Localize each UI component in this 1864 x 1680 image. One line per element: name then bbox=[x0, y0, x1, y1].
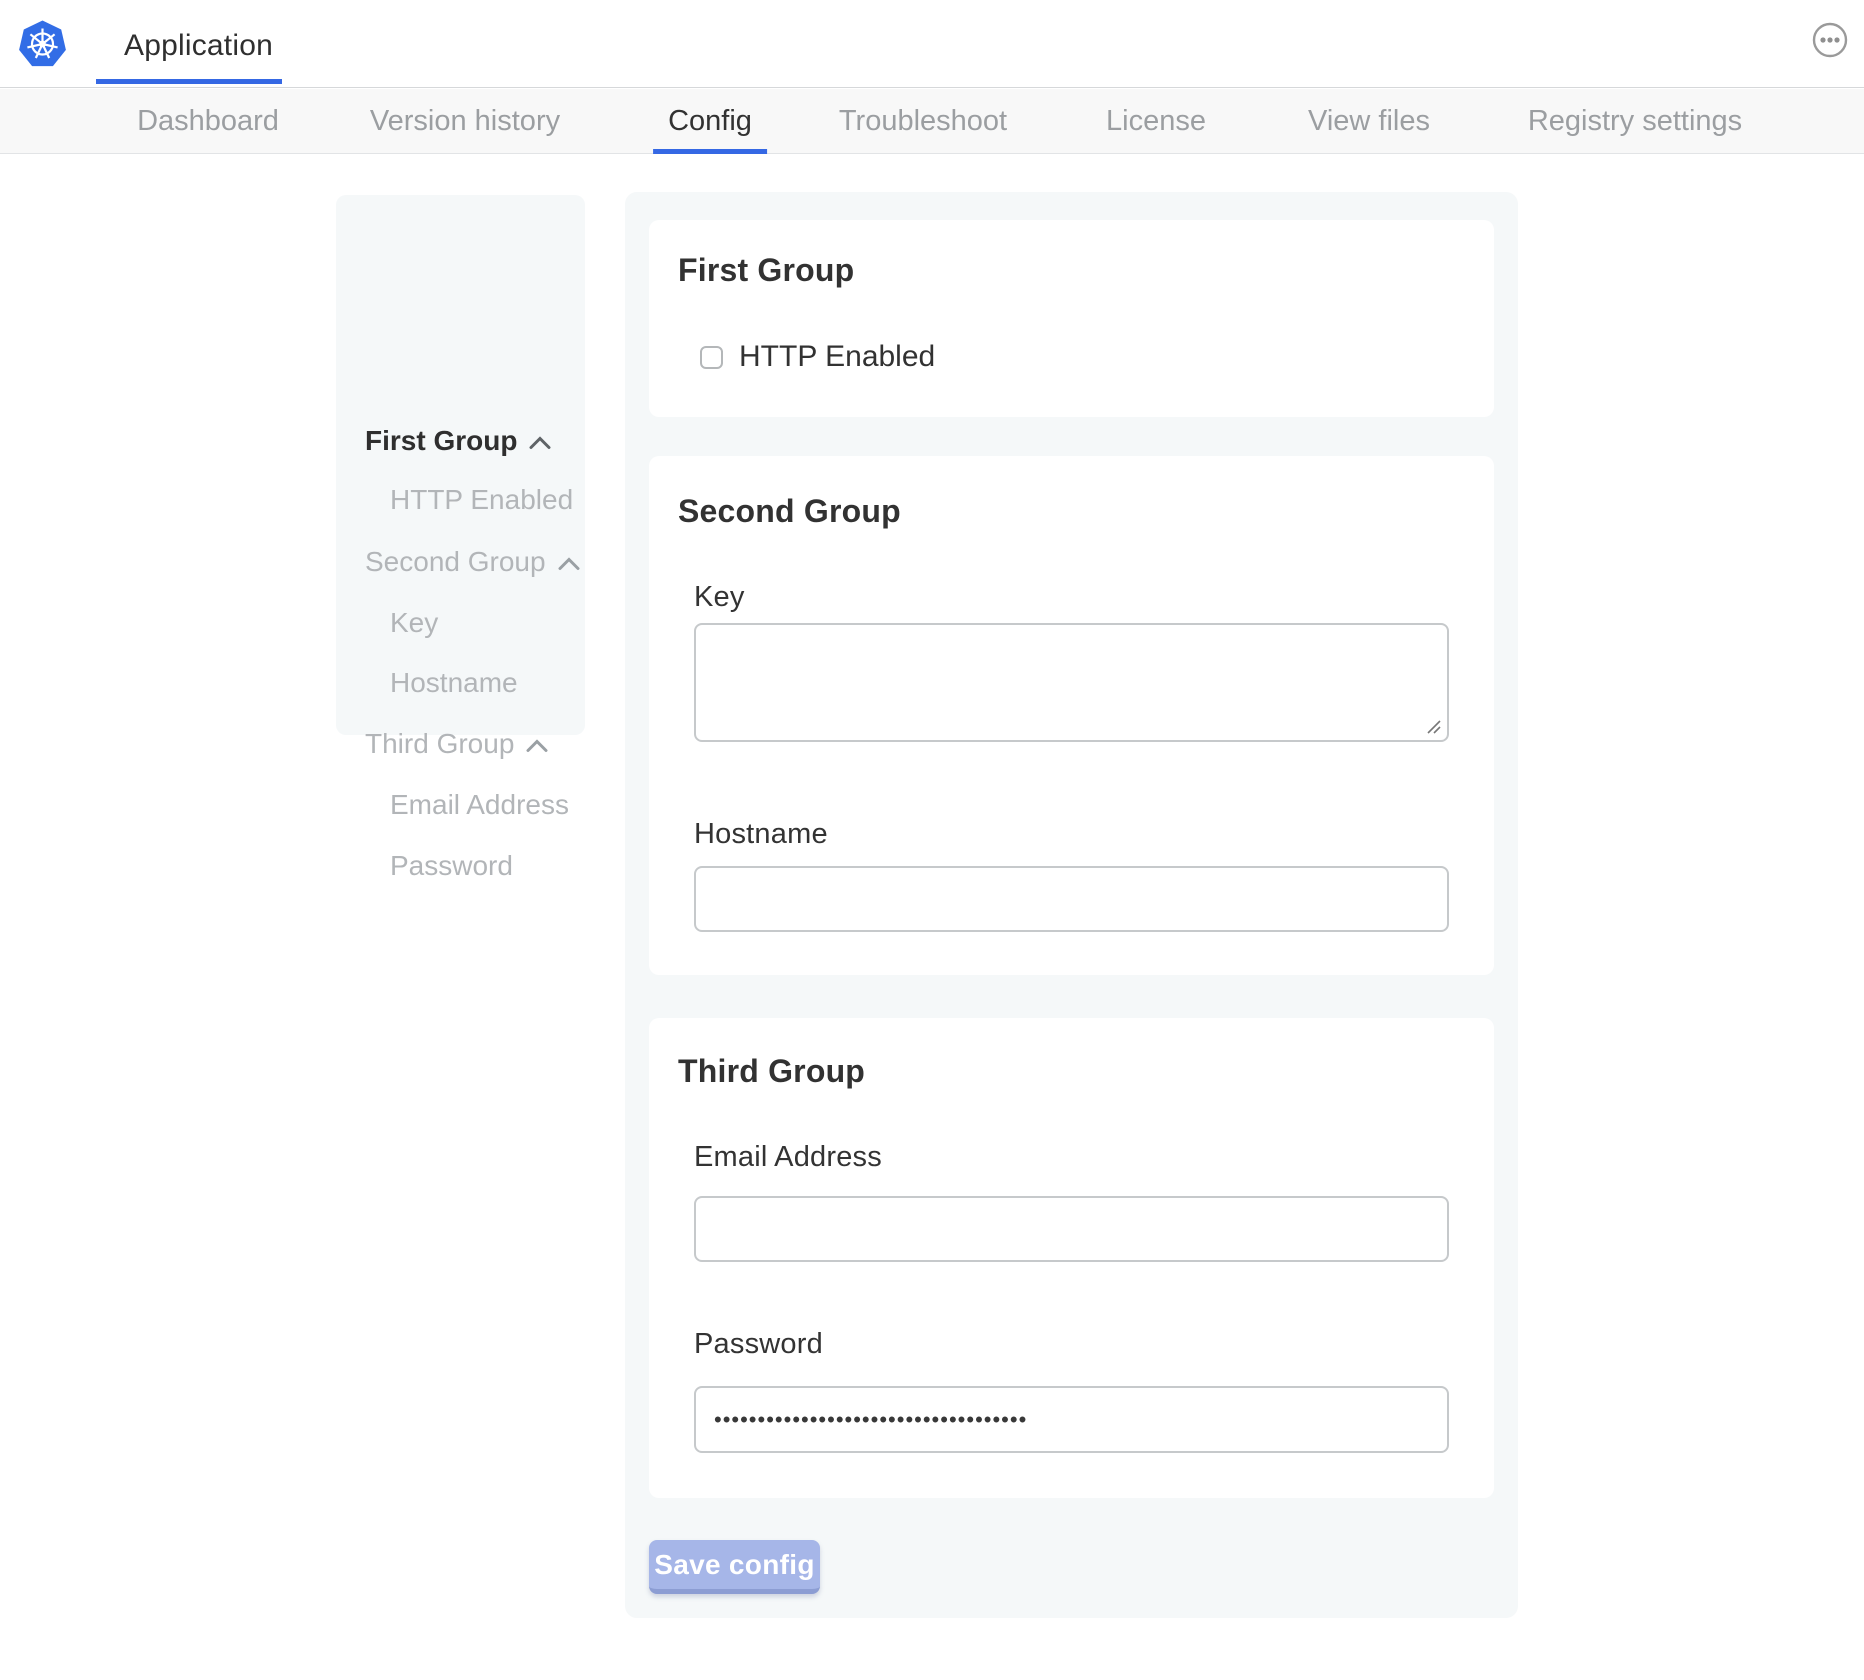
config-group-card-second: Second Group Key Hostname bbox=[649, 456, 1494, 975]
hostname-input[interactable] bbox=[694, 866, 1449, 932]
sidebar-item-first-group[interactable]: First Group bbox=[365, 426, 551, 456]
active-tab-underline bbox=[653, 149, 767, 154]
password-masked-value: •••••••••••••••••••••••••••••••••••• bbox=[714, 1409, 1027, 1431]
tab-license[interactable]: License bbox=[1106, 89, 1206, 154]
config-form-panel: First Group HTTP Enabled Second Group Ke… bbox=[625, 192, 1518, 1618]
sidebar-item-third-group[interactable]: Third Group bbox=[365, 729, 548, 759]
overflow-menu-button[interactable] bbox=[1812, 22, 1848, 58]
config-sidebar: First Group HTTP Enabled Second Group Ke… bbox=[336, 195, 585, 735]
hostname-label: Hostname bbox=[694, 818, 828, 851]
config-group-card-first: First Group HTTP Enabled bbox=[649, 220, 1494, 417]
sidebar-item-email-address[interactable]: Email Address bbox=[390, 790, 569, 820]
chevron-up-icon bbox=[558, 546, 580, 578]
active-tab-underline bbox=[96, 79, 282, 84]
key-label: Key bbox=[694, 581, 745, 614]
email-address-label: Email Address bbox=[694, 1141, 882, 1174]
app-title: Application bbox=[124, 29, 273, 63]
password-label: Password bbox=[694, 1328, 823, 1361]
group-title: Third Group bbox=[678, 1053, 865, 1090]
sidebar-item-http-enabled[interactable]: HTTP Enabled bbox=[390, 485, 573, 515]
config-page: Application Dashboard Version history Co… bbox=[0, 0, 1864, 1680]
tab-view-files[interactable]: View files bbox=[1308, 89, 1430, 154]
app-tab-application[interactable]: Application bbox=[96, 0, 282, 88]
ellipsis-icon bbox=[1812, 22, 1848, 58]
password-input[interactable]: •••••••••••••••••••••••••••••••••••• bbox=[694, 1386, 1449, 1453]
kubernetes-logo-icon bbox=[18, 20, 67, 69]
tab-troubleshoot[interactable]: Troubleshoot bbox=[839, 89, 1007, 154]
group-title: Second Group bbox=[678, 493, 901, 530]
tab-version-history[interactable]: Version history bbox=[370, 89, 560, 154]
http-enabled-checkbox-row[interactable]: HTTP Enabled bbox=[700, 339, 935, 375]
chevron-up-icon bbox=[526, 728, 548, 760]
top-bar: Application bbox=[0, 0, 1864, 88]
sidebar-item-password[interactable]: Password bbox=[390, 851, 513, 881]
sidebar-item-hostname[interactable]: Hostname bbox=[390, 668, 518, 698]
config-group-card-third: Third Group Email Address Password •••••… bbox=[649, 1018, 1494, 1498]
tab-config[interactable]: Config bbox=[668, 89, 752, 154]
http-enabled-label: HTTP Enabled bbox=[739, 340, 935, 374]
email-address-input[interactable] bbox=[694, 1196, 1449, 1262]
http-enabled-checkbox[interactable] bbox=[700, 346, 723, 369]
chevron-up-icon bbox=[529, 425, 551, 457]
sidebar-item-second-group[interactable]: Second Group bbox=[365, 547, 580, 577]
key-textarea[interactable] bbox=[694, 623, 1449, 742]
app-nav-bar: Dashboard Version history Config Trouble… bbox=[0, 89, 1864, 154]
save-config-button[interactable]: Save config bbox=[649, 1540, 820, 1594]
tab-dashboard[interactable]: Dashboard bbox=[137, 89, 279, 154]
tab-registry-settings[interactable]: Registry settings bbox=[1528, 89, 1742, 154]
sidebar-item-key[interactable]: Key bbox=[390, 608, 438, 638]
group-title: First Group bbox=[678, 252, 854, 289]
resize-handle-icon[interactable] bbox=[1426, 719, 1442, 735]
